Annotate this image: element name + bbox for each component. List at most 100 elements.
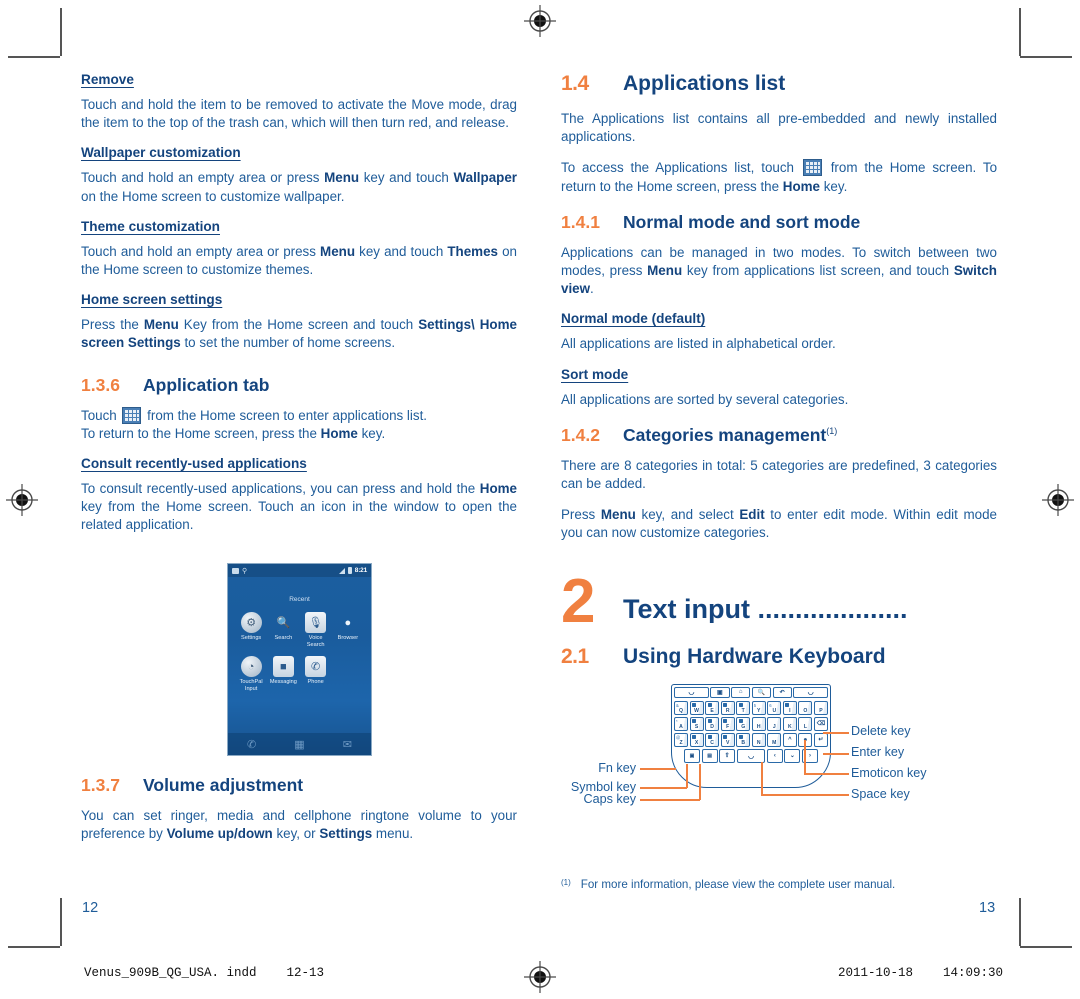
paragraph-consult-recently-used: To consult recently-used applications, y… (81, 480, 517, 535)
key-alt-box (707, 719, 712, 723)
key-shade (743, 718, 750, 730)
text-run: key, or (272, 826, 320, 842)
key-Q[interactable]: &Q (674, 701, 689, 715)
key-X[interactable]: X (689, 733, 704, 747)
key-alt-box (692, 719, 697, 723)
dock-phone-icon[interactable]: ✆ (247, 738, 256, 751)
fn-key-callout: Fn key (598, 761, 636, 775)
key-N[interactable]: N (751, 733, 766, 747)
recent-app-item[interactable]: ◔ TouchPal Input (235, 656, 267, 693)
key-C[interactable]: C (705, 733, 720, 747)
call-key[interactable]: ◡ (674, 687, 709, 698)
key-V[interactable]: V (720, 733, 735, 747)
key-G[interactable]: G (736, 717, 751, 731)
arrow-down-key[interactable]: ⌄ (784, 749, 801, 763)
caps-key[interactable]: ⇧ (719, 749, 736, 763)
key-U[interactable]: 6U (767, 701, 782, 715)
search-key[interactable]: 🔍 (751, 687, 772, 698)
recent-app-item[interactable]: 🔍 Search (267, 612, 299, 649)
heading-title: Applications list (623, 72, 786, 95)
recent-app-item[interactable]: ● Browser (332, 612, 364, 649)
caps-key-leader-v (699, 764, 701, 800)
enter-key[interactable]: ↵ (813, 733, 828, 747)
text-run-bold: Menu (320, 243, 356, 259)
dock-mail-icon[interactable]: ✉ (343, 738, 352, 751)
key-M[interactable]: M (767, 733, 782, 747)
key-B[interactable]: B (736, 733, 751, 747)
key-shade (790, 702, 796, 714)
phone-dock: ✆ ▦ ✉ (228, 733, 371, 755)
delete-key[interactable]: ⌫ (813, 717, 828, 731)
arrow-up-key[interactable]: ^ (782, 733, 797, 747)
key-shade (712, 718, 719, 730)
dock-apps-icon[interactable]: ▦ (294, 738, 304, 751)
key-W[interactable]: W (689, 701, 704, 715)
recent-app-item[interactable]: 🎙 Voice Search (300, 612, 332, 649)
key-alt-box (738, 703, 743, 707)
home-key[interactable]: ⌂ (731, 687, 751, 698)
recent-app-item[interactable]: ■ Messaging (267, 656, 299, 693)
key-alt-box (707, 735, 712, 739)
arrow-left-key[interactable]: ‹ (766, 749, 783, 763)
crop-mark-bottom-right-h (1020, 946, 1072, 948)
key-alt-box (707, 703, 712, 707)
text-run-bold: Menu (324, 170, 360, 186)
symbol-key-leader-v (686, 764, 688, 788)
key-A[interactable]: *A (674, 717, 689, 731)
key-Z[interactable]: @Z (674, 733, 689, 747)
fn-key[interactable]: ▣ (684, 749, 701, 763)
paragraph-application-tab: Touch from the Home screen to enter appl… (81, 406, 517, 443)
enter-key-callout: Enter key (851, 745, 905, 759)
text-run: Touch (81, 407, 121, 423)
key-E[interactable]: E (705, 701, 720, 715)
back-key[interactable]: ↶ (772, 687, 792, 698)
heading-1-4: 1.4 Applications list (561, 72, 997, 96)
text-run: Touch and hold an empty area or press (81, 170, 325, 186)
key-L[interactable]: L (798, 717, 813, 731)
recent-apps-grid: ⚙ Settings 🔍 Search 🎙 Voice Search ● Bro… (228, 612, 371, 693)
key-J[interactable]: J (767, 717, 782, 731)
paragraph-access-applications: To access the Applications list, touch f… (561, 159, 997, 195)
key-D[interactable]: D (705, 717, 720, 731)
key-alt-box (738, 719, 743, 723)
key-T[interactable]: T (736, 701, 751, 715)
key-O[interactable]: O (798, 701, 813, 715)
text-run: Key from the Home screen and touch (178, 317, 419, 333)
menu-key[interactable]: ▣ (710, 687, 730, 698)
heading-title: Normal mode and sort mode (623, 211, 861, 232)
key-K[interactable]: K (782, 717, 797, 731)
symbol-key[interactable]: ▤ (701, 749, 718, 763)
space-key[interactable]: ◡ (736, 749, 766, 763)
heading-title: Categories management(1) (623, 425, 837, 446)
recent-app-item[interactable]: ✆ Phone (300, 656, 332, 693)
footnote-marker: (1) (826, 426, 838, 436)
chapter-title: Text input .................... (623, 596, 908, 624)
end-call-key[interactable]: ◡ (793, 687, 829, 698)
text-run: key. (357, 425, 386, 441)
key-R[interactable]: R (720, 701, 735, 715)
subheading-wallpaper-customization: Wallpaper customization (81, 145, 241, 161)
key-shade (697, 718, 703, 730)
key-shade (712, 702, 719, 714)
subheading-sort-mode: Sort mode (561, 366, 629, 382)
heading-1-3-7: 1.3.7 Volume adjustment (81, 775, 517, 796)
recent-app-item[interactable]: ⚙ Settings (235, 612, 267, 649)
key-I[interactable]: I (782, 701, 797, 715)
key-shade (806, 702, 812, 714)
paragraph-edit-mode: Press Menu key, and select Edit to enter… (561, 506, 997, 542)
footnote: (1) For more information, please view th… (561, 878, 997, 891)
key-H[interactable]: H (751, 717, 766, 731)
key-shade (743, 734, 750, 746)
phone-status-bar: ⚲ 8:21 (228, 564, 371, 577)
key-shade (712, 734, 719, 746)
key-Y[interactable]: 5Y (751, 701, 766, 715)
key-F[interactable]: F (720, 717, 735, 731)
keyboard-function-row: ◡ ▣ ⌂ 🔍 ↶ ◡ (674, 687, 829, 698)
key-P[interactable]: P (813, 701, 828, 715)
crop-mark-bottom-right-v (1019, 898, 1021, 946)
chapter-number: 2 (561, 566, 596, 636)
text-run: To access the Applications list, touch (561, 160, 801, 176)
key-alt-box (723, 719, 728, 723)
heading-number: 2.1 (561, 645, 589, 669)
key-S[interactable]: S (689, 717, 704, 731)
